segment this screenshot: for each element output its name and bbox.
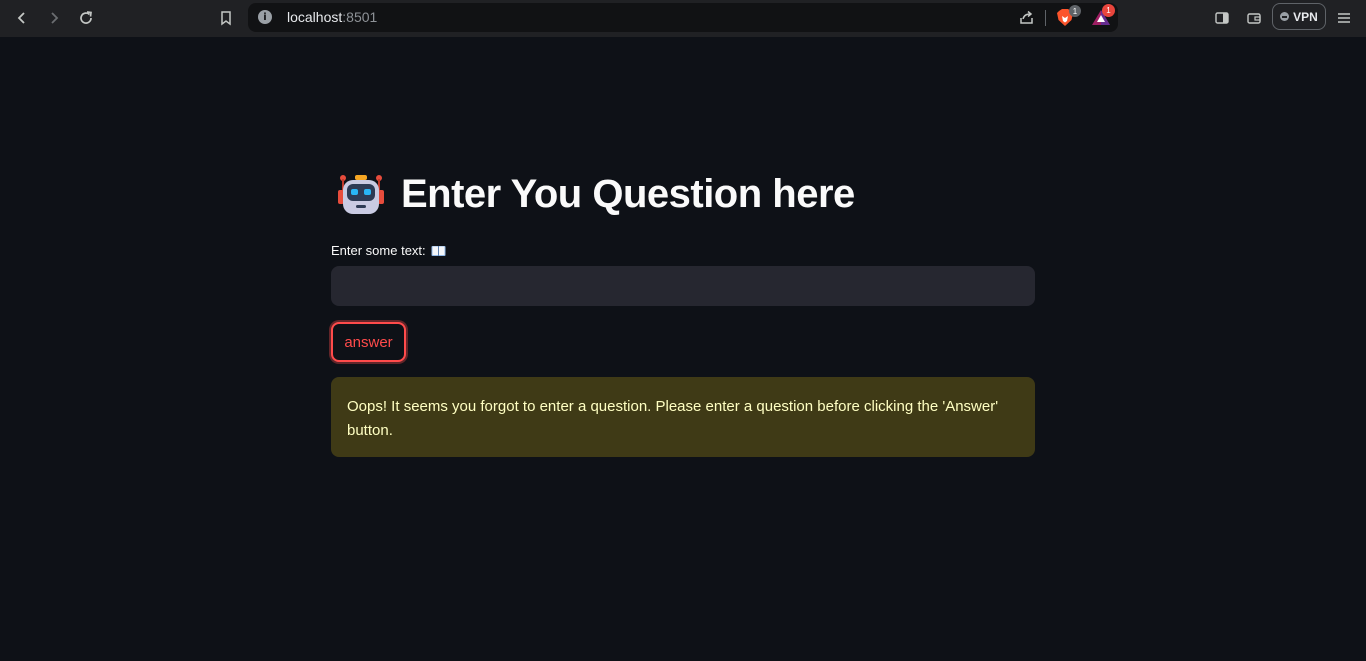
open-book-icon [431, 245, 446, 256]
robot-icon [338, 175, 384, 214]
vpn-button[interactable]: VPN [1272, 3, 1326, 30]
brave-rewards-badge: 1 [1102, 4, 1115, 17]
wallet-icon[interactable] [1243, 7, 1265, 29]
vpn-label: VPN [1293, 9, 1318, 24]
reload-icon[interactable] [74, 6, 98, 30]
sidebar-icon[interactable] [1211, 7, 1233, 29]
address-bar[interactable]: i localhost:8501 1 1 [248, 3, 1118, 32]
vpn-status-icon [1280, 12, 1290, 21]
site-info-icon[interactable]: i [258, 10, 272, 24]
title-row: Enter You Question here [337, 170, 855, 218]
divider [1045, 10, 1046, 26]
question-input[interactable] [331, 266, 1035, 306]
menu-icon[interactable] [1333, 7, 1355, 29]
input-label: Enter some text: [331, 243, 446, 258]
answer-button[interactable]: answer [331, 322, 406, 362]
input-label-text: Enter some text: [331, 243, 426, 258]
warning-alert: Oops! It seems you forgot to enter a que… [331, 377, 1035, 457]
browser-toolbar: i localhost:8501 1 1 VPN [0, 0, 1366, 37]
bookmark-icon[interactable] [214, 6, 238, 30]
page-title: Enter You Question here [401, 171, 855, 216]
share-icon[interactable] [1018, 9, 1035, 26]
forward-icon[interactable] [42, 6, 66, 30]
url-text[interactable]: localhost:8501 [287, 9, 377, 25]
back-icon[interactable] [10, 6, 34, 30]
brave-shields-badge: 1 [1069, 5, 1081, 17]
